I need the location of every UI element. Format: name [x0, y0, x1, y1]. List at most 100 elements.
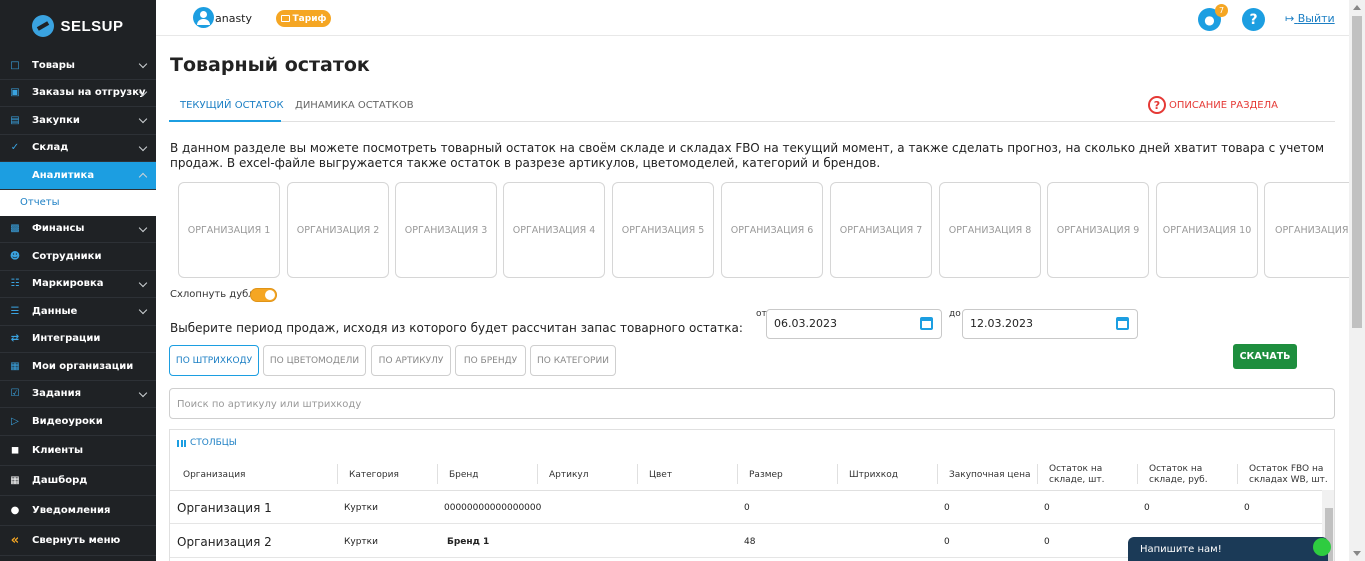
selsup-logo-icon	[32, 15, 55, 37]
sidebar-item-warehouse[interactable]: ✓ Склад	[0, 135, 156, 162]
column-header[interactable]: Цвет	[649, 460, 734, 490]
date-to-label: до	[949, 309, 961, 319]
sidebar-item-data[interactable]: ☰ Данные	[0, 298, 156, 326]
chevron-down-icon	[138, 388, 148, 397]
org-card[interactable]: ОРГАНИЗАЦИЯ 9	[1047, 182, 1149, 278]
column-header[interactable]: Бренд	[449, 460, 534, 490]
user-avatar-icon[interactable]	[193, 7, 214, 28]
chevron-down-icon	[138, 278, 148, 287]
org-card[interactable]: ОРГАНИЗАЦИЯ 2	[287, 182, 389, 278]
group-by-article-button[interactable]: ПО АРТИКУЛУ	[371, 345, 451, 376]
dedupe-label: Схлопнуть дубли	[170, 289, 262, 300]
scroll-down-icon[interactable]	[1353, 551, 1361, 556]
section-description-link[interactable]: ? ОПИСАНИЕ РАЗДЕЛА	[1148, 96, 1278, 114]
tariff-button[interactable]: Тариф	[276, 10, 331, 27]
sidebar-item-dashboard[interactable]: ▦ Дашборд	[0, 466, 156, 496]
group-by-brand-button[interactable]: ПО БРЕНДУ	[455, 345, 526, 376]
column-header[interactable]: Остаток FBO на складах WB, шт.	[1249, 460, 1334, 490]
chat-widget[interactable]: Напишите нам!	[1128, 537, 1328, 561]
sidebar-subitem-reports[interactable]: Отчеты	[0, 189, 156, 216]
org-card[interactable]: ОРГАНИЗАЦИЯ 3	[395, 182, 497, 278]
cell-brand: 00000000000000000	[444, 502, 542, 513]
column-separator	[1237, 464, 1238, 484]
cell-stock-qty: 0	[1044, 502, 1050, 513]
logout-icon: ↦	[1285, 12, 1295, 25]
help-button[interactable]: ?	[1242, 8, 1265, 31]
sidebar-item-purchases[interactable]: ▤ Закупки	[0, 107, 156, 135]
notifications-badge: 7	[1215, 4, 1228, 17]
org-card[interactable]: ОРГАНИЗАЦИЯ 7	[830, 182, 932, 278]
org-card[interactable]: ОРГАНИЗАЦИЯ 6	[721, 182, 823, 278]
tab-indicator	[169, 120, 281, 122]
calendar-icon[interactable]	[920, 317, 933, 330]
card-icon	[280, 15, 290, 22]
sidebar-item-employees[interactable]: ☻ Сотрудники	[0, 243, 156, 271]
scrollbar-thumb[interactable]	[1352, 16, 1362, 328]
group-by-colormodel-button[interactable]: ПО ЦВЕТОМОДЕЛИ	[263, 345, 366, 376]
sidebar-collapse-menu[interactable]: « Свернуть меню	[0, 526, 156, 556]
chevron-down-icon	[138, 142, 148, 151]
check-circle-icon: ✓	[10, 142, 20, 154]
page-scrollbar[interactable]	[1349, 0, 1365, 561]
date-from-field[interactable]: 06.03.2023	[766, 309, 942, 339]
search-input[interactable]: Поиск по артикулу или штрихкоду	[169, 388, 1335, 419]
sidebar-item-orders[interactable]: ▣ Заказы на отгрузку	[0, 80, 156, 107]
logout-link[interactable]: ↦ Выйти	[1285, 12, 1335, 25]
org-card[interactable]: ОРГАНИЗАЦИЯ 1	[178, 182, 280, 278]
chat-online-indicator	[1313, 538, 1331, 556]
group-by-category-button[interactable]: ПО КАТЕГОРИИ	[530, 345, 616, 376]
column-header[interactable]: Организация	[183, 460, 333, 490]
intro-text: В данном разделе вы можете посмотреть то…	[170, 141, 1325, 170]
org-card[interactable]: ОРГАНИЗАЦИЯ 5	[612, 182, 714, 278]
org-card[interactable]: ОРГАНИЗАЦИЯ	[1264, 182, 1349, 278]
chevron-down-icon	[138, 223, 148, 232]
username[interactable]: anasty	[215, 12, 252, 25]
sidebar-item-notifications[interactable]: ● Уведомления	[0, 496, 156, 526]
integration-icon: ⇄	[10, 333, 20, 345]
tasks-icon: ☑	[10, 388, 20, 400]
sidebar-item-clients[interactable]: ◼ Клиенты	[0, 436, 156, 466]
logo[interactable]: SELSUP	[0, 0, 156, 52]
org-card[interactable]: ОРГАНИЗАЦИЯ 8	[939, 182, 1041, 278]
chevron-down-icon	[138, 59, 148, 69]
column-header[interactable]: Категория	[349, 460, 434, 490]
column-header[interactable]: Остаток на складе, руб.	[1149, 460, 1234, 490]
column-separator	[637, 464, 638, 484]
sidebar-item-analytics[interactable]: Аналитика	[0, 162, 156, 190]
tab-current-stock[interactable]: ТЕКУЩИЙ ОСТАТОК	[180, 100, 284, 111]
column-header[interactable]: Штрихкод	[849, 460, 934, 490]
dedupe-toggle[interactable]	[250, 288, 277, 302]
grid-icon: ▦	[10, 474, 20, 486]
column-header[interactable]: Размер	[749, 460, 834, 490]
cell-organization: Организация 1	[177, 500, 272, 515]
sidebar-item-integrations[interactable]: ⇄ Интеграции	[0, 326, 156, 353]
date-to-field[interactable]: 12.03.2023	[962, 309, 1138, 339]
org-card[interactable]: ОРГАНИЗАЦИЯ 4	[503, 182, 605, 278]
sidebar-item-tasks[interactable]: ☑ Задания	[0, 381, 156, 408]
sidebar-item-video-lessons[interactable]: ▷ Видеоуроки	[0, 408, 156, 436]
columns-button[interactable]: СТОЛБЦЫ	[177, 438, 237, 448]
column-header[interactable]: Закупочная цена	[949, 460, 1034, 490]
sidebar-item-finance[interactable]: ▩ Финансы	[0, 216, 156, 243]
column-header[interactable]: Остаток на складе, шт.	[1049, 460, 1134, 490]
calendar-icon[interactable]	[1116, 317, 1129, 330]
document-icon: ☰	[10, 305, 20, 317]
sidebar-item-marking[interactable]: ☷ Маркировка	[0, 271, 156, 298]
group-by-barcode-button[interactable]: ПО ШТРИХКОДУ	[169, 345, 259, 376]
cell-size: 0	[744, 502, 750, 513]
scroll-up-icon[interactable]	[1353, 5, 1361, 10]
tab-stock-dynamics[interactable]: ДИНАМИКА ОСТАТКОВ	[295, 100, 414, 111]
column-header[interactable]: Артикул	[549, 460, 634, 490]
cell-brand: Бренд 1	[447, 536, 490, 547]
download-button[interactable]: СКАЧАТЬ	[1233, 344, 1297, 369]
table-row[interactable]: Организация 1 Куртки 00000000000000000 0…	[170, 491, 1322, 524]
wallet-icon: ▩	[10, 223, 20, 235]
chevron-up-icon	[138, 172, 148, 182]
sidebar-item-my-organizations[interactable]: ▦ Мои организации	[0, 353, 156, 381]
sidebar-item-goods[interactable]: □ Товары	[0, 52, 156, 80]
video-icon: ▷	[11, 415, 19, 427]
cell-size: 48	[744, 536, 756, 547]
logo-text: SELSUP	[60, 17, 124, 35]
org-card[interactable]: ОРГАНИЗАЦИЯ 10	[1156, 182, 1258, 278]
cell-stock-rub: 0	[1144, 502, 1150, 513]
